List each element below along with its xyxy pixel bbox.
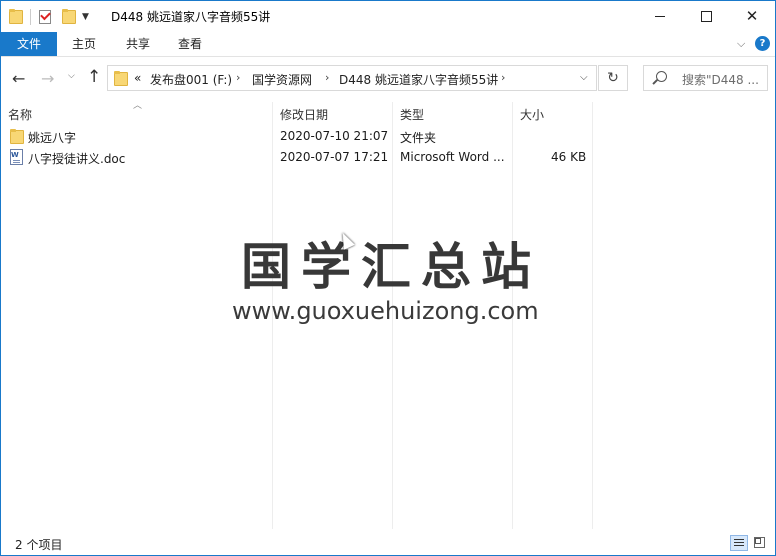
list-item[interactable]: 姚远八字 2020-07-10 21:07 文件夹 (1, 126, 601, 147)
file-modified: 2020-07-07 17:21 (280, 150, 389, 164)
breadcrumb-overflow[interactable]: « (134, 71, 141, 85)
back-button[interactable]: ← (12, 69, 25, 88)
close-button[interactable]: ✕ (729, 1, 775, 31)
new-folder-icon[interactable] (62, 9, 76, 25)
forward-button[interactable]: → (41, 69, 54, 88)
breadcrumb-folder[interactable]: 国学资源网 (252, 71, 312, 88)
file-type: Microsoft Word ... (400, 150, 505, 164)
file-type: 文件夹 (400, 131, 437, 145)
chevron-right-icon[interactable]: › (325, 71, 329, 84)
breadcrumb-drive[interactable]: 发布盘001 (F:) (150, 71, 232, 88)
large-icons-view-icon[interactable] (752, 535, 768, 551)
file-modified: 2020-07-10 21:07 (280, 129, 389, 143)
address-bar[interactable]: « 发布盘001 (F:) › 国学资源网 › D448 姚远道家八字音频55讲… (107, 65, 597, 91)
search-icon (656, 71, 667, 82)
column-header-size[interactable]: 大小 (520, 106, 544, 123)
column-header-type[interactable]: 类型 (400, 106, 424, 123)
sort-ascending-icon: ︿ (133, 101, 143, 111)
minimize-button[interactable] (637, 1, 683, 31)
watermark-title: 国学汇总站 (241, 238, 541, 296)
status-bar: 2 个项目 (1, 530, 775, 555)
column-header-name[interactable]: 名称 (8, 106, 32, 123)
item-count: 2 个项目 (15, 538, 63, 552)
details-view-icon[interactable] (730, 535, 748, 551)
explorer-window: ▼ D448 姚远道家八字音频55讲 ✕ 文件 主页 共享 查看 ⌵ ? ← →… (0, 0, 776, 556)
folder-icon[interactable] (9, 9, 23, 25)
chevron-right-icon[interactable]: › (236, 71, 240, 84)
tab-view[interactable]: 查看 (165, 32, 215, 56)
tab-share[interactable]: 共享 (113, 32, 163, 56)
file-name: 八字授徒讲义.doc (28, 152, 126, 166)
search-placeholder: 搜索"D448 ... (682, 73, 759, 87)
column-headers: 名称 ︿ 修改日期 类型 大小 (1, 101, 775, 126)
folder-icon (114, 71, 128, 87)
customize-dropdown-icon[interactable]: ▼ (82, 12, 89, 22)
address-dropdown-icon[interactable]: ⌵ (580, 72, 588, 83)
list-item[interactable]: 八字授徒讲义.doc 2020-07-07 17:21 Microsoft Wo… (1, 147, 601, 168)
window-title: D448 姚远道家八字音频55讲 (111, 10, 271, 24)
column-header-modified[interactable]: 修改日期 (280, 106, 328, 123)
properties-icon[interactable] (38, 9, 52, 25)
title-bar: ▼ D448 姚远道家八字音频55讲 ✕ (1, 1, 775, 32)
refresh-button[interactable]: ↻ (598, 65, 628, 91)
search-box[interactable]: 搜索"D448 ... (643, 65, 768, 91)
file-size: 46 KB (551, 150, 587, 164)
up-button[interactable]: ↑ (87, 67, 101, 87)
maximize-button[interactable] (683, 1, 729, 31)
chevron-right-icon[interactable]: › (501, 71, 505, 84)
separator (30, 9, 31, 25)
file-name: 姚远八字 (28, 131, 77, 145)
ribbon-tabs: 文件 主页 共享 查看 ⌵ ? (1, 32, 775, 57)
breadcrumb-current[interactable]: D448 姚远道家八字音频55讲 (339, 71, 498, 88)
folder-icon (10, 129, 24, 145)
tab-home[interactable]: 主页 (59, 32, 109, 56)
help-icon[interactable]: ? (755, 36, 770, 51)
recent-locations-icon[interactable]: ⌵ (68, 71, 75, 81)
navigation-bar: ← → ⌵ ↑ « 发布盘001 (F:) › 国学资源网 › D448 姚远道… (1, 57, 775, 101)
quick-access-toolbar: ▼ (9, 7, 89, 27)
tab-file[interactable]: 文件 (1, 32, 57, 56)
word-doc-icon (10, 149, 23, 165)
expand-ribbon-icon[interactable]: ⌵ (737, 37, 745, 51)
watermark-url: www.guoxuehuizong.com (232, 297, 539, 325)
